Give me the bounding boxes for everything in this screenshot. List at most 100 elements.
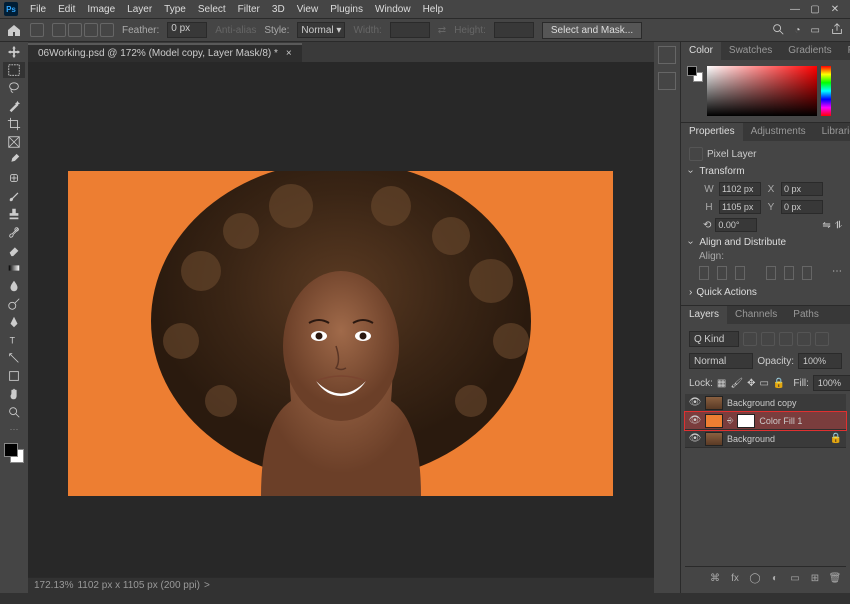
close-button[interactable]: ✕: [830, 4, 840, 14]
close-tab-icon[interactable]: ×: [286, 48, 292, 59]
foreground-background-swatch[interactable]: [4, 443, 24, 463]
lock-trans-icon[interactable]: ▦: [717, 378, 726, 389]
canvas[interactable]: [68, 171, 613, 496]
history-brush-tool[interactable]: [3, 224, 25, 240]
layer-thumbnail[interactable]: [705, 396, 723, 410]
x-field[interactable]: 0 px: [781, 182, 823, 196]
filter-adjust-icon[interactable]: [761, 332, 775, 346]
filter-pixel-icon[interactable]: [743, 332, 757, 346]
crop-tool[interactable]: [3, 116, 25, 132]
more-align-icon[interactable]: ⋯: [832, 266, 842, 280]
pen-tool[interactable]: [3, 314, 25, 330]
menu-file[interactable]: File: [24, 4, 52, 15]
align-left-icon[interactable]: [699, 266, 709, 280]
tab-color[interactable]: Color: [681, 42, 721, 60]
tab-layers[interactable]: Layers: [681, 306, 727, 324]
select-and-mask-button[interactable]: Select and Mask...: [542, 22, 642, 39]
eraser-tool[interactable]: [3, 242, 25, 258]
menu-edit[interactable]: Edit: [52, 4, 81, 15]
layer-name[interactable]: Background copy: [727, 398, 842, 408]
tab-properties[interactable]: Properties: [681, 123, 743, 141]
lock-paint-icon[interactable]: 🖌: [730, 378, 743, 389]
menu-layer[interactable]: Layer: [121, 4, 158, 15]
heal-tool[interactable]: [3, 170, 25, 186]
opacity-input[interactable]: 100%: [798, 353, 842, 369]
align-bottom-icon[interactable]: [802, 266, 812, 280]
blend-mode-dropdown[interactable]: Normal: [689, 353, 753, 369]
align-top-icon[interactable]: [766, 266, 776, 280]
y-field[interactable]: 0 px: [781, 200, 823, 214]
new-selection-icon[interactable]: [52, 23, 66, 37]
menu-help[interactable]: Help: [417, 4, 450, 15]
layer-name[interactable]: Color Fill 1: [759, 416, 842, 426]
panel-icon[interactable]: [658, 46, 676, 64]
minimize-button[interactable]: —: [790, 4, 800, 14]
subtract-selection-icon[interactable]: [84, 23, 98, 37]
lock-pos-icon[interactable]: ✥: [747, 378, 755, 389]
panel-icon[interactable]: [658, 72, 676, 90]
lock-artboard-icon[interactable]: ▭: [759, 378, 768, 389]
home-icon[interactable]: [6, 22, 22, 38]
marquee-tool[interactable]: [3, 62, 25, 78]
flip-h-icon[interactable]: ⇋: [822, 220, 830, 231]
width-field[interactable]: 1102 px: [719, 182, 761, 196]
color-field[interactable]: [707, 66, 817, 116]
tool-preset-icon[interactable]: [30, 23, 44, 37]
style-dropdown[interactable]: Normal ▾: [297, 22, 345, 38]
tab-adjustments[interactable]: Adjustments: [743, 123, 814, 141]
lasso-tool[interactable]: [3, 80, 25, 96]
tab-channels[interactable]: Channels: [727, 306, 785, 324]
panel-fgbg-swatch[interactable]: [687, 66, 703, 82]
filter-kind-dropdown[interactable]: Q Kind: [689, 331, 739, 347]
shape-tool[interactable]: [3, 368, 25, 384]
brush-tool[interactable]: [3, 188, 25, 204]
move-tool[interactable]: [3, 44, 25, 60]
lock-all-icon[interactable]: 🔒: [773, 378, 785, 389]
cloud-icon[interactable]: ◔: [795, 25, 801, 36]
menu-select[interactable]: Select: [192, 4, 232, 15]
workspace-icon[interactable]: ▭: [811, 25, 820, 36]
fill-input[interactable]: 100%: [813, 375, 850, 391]
quick-actions-header[interactable]: › Quick Actions: [689, 284, 842, 301]
doc-info[interactable]: 1102 px x 1105 px (200 ppi): [77, 580, 200, 591]
filter-type-icon[interactable]: [779, 332, 793, 346]
share-icon[interactable]: [830, 22, 844, 39]
link-layers-icon[interactable]: ⌘: [708, 571, 722, 585]
eyedropper-tool[interactable]: [3, 152, 25, 168]
height-field[interactable]: 1105 px: [719, 200, 761, 214]
menu-plugins[interactable]: Plugins: [324, 4, 369, 15]
mask-thumbnail[interactable]: [737, 414, 755, 428]
tab-libraries[interactable]: Libraries: [814, 123, 850, 141]
visibility-toggle[interactable]: 👁: [689, 415, 701, 427]
hand-tool[interactable]: [3, 386, 25, 402]
frame-tool[interactable]: [3, 134, 25, 150]
group-icon[interactable]: ▭: [788, 571, 802, 585]
restore-button[interactable]: ▢: [810, 4, 820, 14]
document-tab[interactable]: 06Working.psd @ 172% (Model copy, Layer …: [28, 43, 302, 62]
new-layer-icon[interactable]: ⊞: [808, 571, 822, 585]
tab-gradients[interactable]: Gradients: [780, 42, 839, 60]
align-right-icon[interactable]: [735, 266, 745, 280]
menu-type[interactable]: Type: [158, 4, 192, 15]
fill-thumbnail[interactable]: [705, 414, 723, 428]
wand-tool[interactable]: [3, 98, 25, 114]
hue-slider[interactable]: [821, 66, 831, 116]
tab-swatches[interactable]: Swatches: [721, 42, 780, 60]
filter-smart-icon[interactable]: [815, 332, 829, 346]
align-center-v-icon[interactable]: [784, 266, 794, 280]
layer-item-selected[interactable]: 👁 ⎆ Color Fill 1: [685, 412, 846, 430]
flip-v-icon[interactable]: ⥮: [835, 220, 842, 231]
menu-image[interactable]: Image: [81, 4, 121, 15]
search-icon[interactable]: [771, 22, 785, 39]
layer-name[interactable]: Background: [727, 434, 826, 444]
menu-filter[interactable]: Filter: [232, 4, 266, 15]
canvas-area[interactable]: 172.13% 1102 px x 1105 px (200 ppi) >: [28, 62, 654, 593]
filter-shape-icon[interactable]: [797, 332, 811, 346]
feather-input[interactable]: 0 px: [167, 22, 207, 38]
delete-icon[interactable]: 🗑: [828, 571, 842, 585]
tab-patterns[interactable]: Patterns: [840, 42, 850, 60]
edit-toolbar[interactable]: ⋯: [10, 424, 19, 435]
visibility-toggle[interactable]: 👁: [689, 433, 701, 445]
stamp-tool[interactable]: [3, 206, 25, 222]
zoom-level[interactable]: 172.13%: [34, 580, 73, 591]
